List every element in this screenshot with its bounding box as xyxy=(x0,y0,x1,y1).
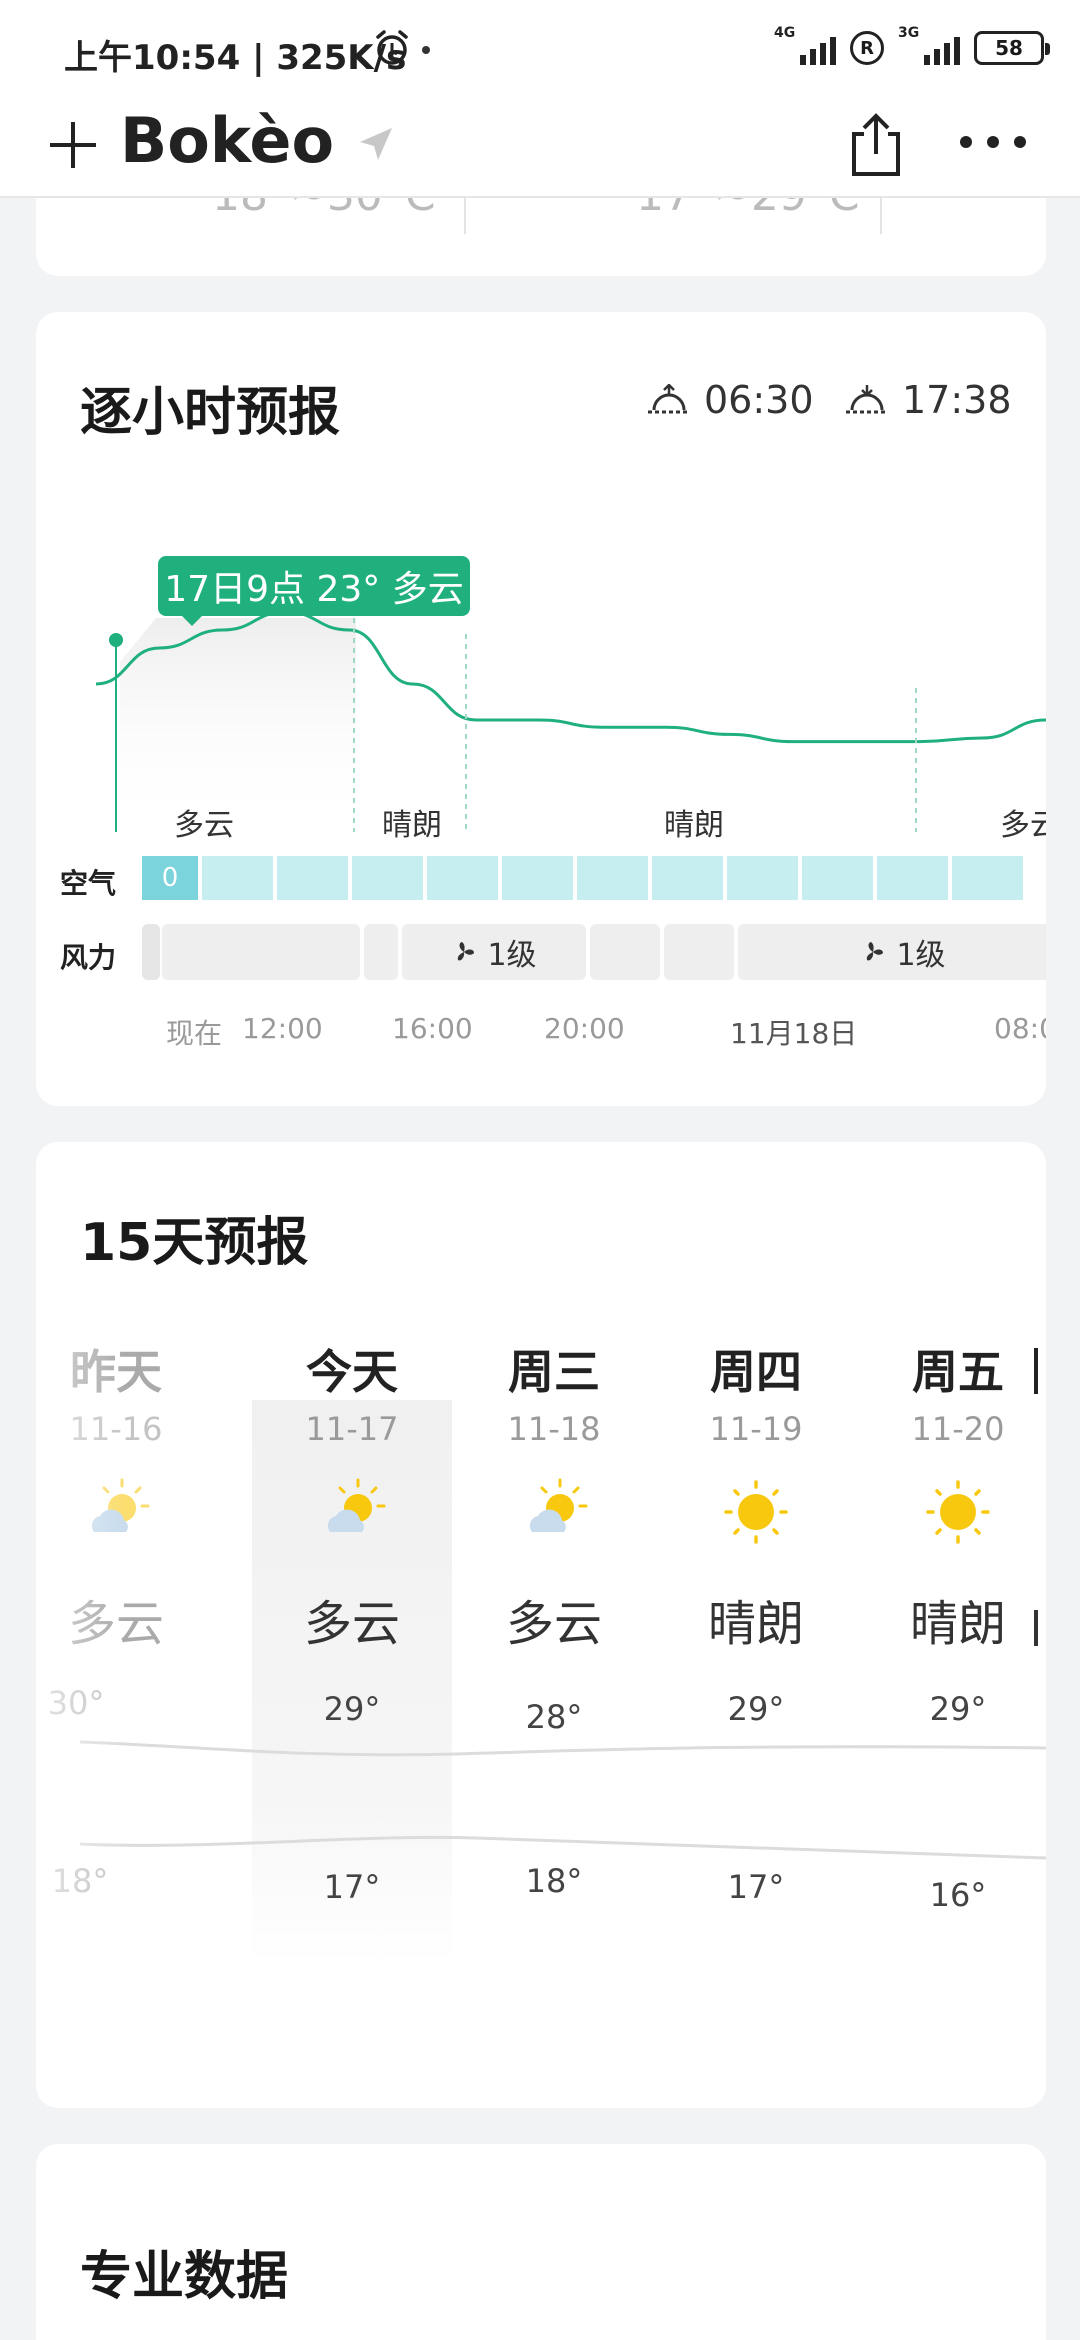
next-day-peek xyxy=(1034,1348,1038,1394)
time-tick: 12:00 xyxy=(242,1012,323,1045)
air-quality-label: 空气 xyxy=(60,867,117,900)
aqi-cell xyxy=(952,856,1023,900)
next-day-peek xyxy=(1034,1610,1038,1646)
time-tick: 20:00 xyxy=(544,1012,625,1045)
aqi-cell xyxy=(277,856,348,900)
wind-segment xyxy=(664,924,734,980)
wind-fan-icon xyxy=(458,942,475,961)
wind-segment: 1级 xyxy=(402,924,586,980)
aqi-cell xyxy=(427,856,498,900)
time-tick: 11月18日 xyxy=(730,1017,858,1050)
professional-data-title: 专业数据 xyxy=(80,2247,289,2307)
wind-fan-icon xyxy=(867,942,884,961)
high-temperature-curve xyxy=(79,1740,1046,1757)
wind-segment xyxy=(364,924,398,980)
aqi-cell xyxy=(352,856,423,900)
air-quality-row: 0 xyxy=(142,856,1046,900)
daily-forecast-card: 15天预报 昨天 11-16 多云 30° 18° 今天 11-17 多云 29… xyxy=(36,1142,1046,2108)
scroll-fade xyxy=(36,1322,126,2102)
status-bar: 上午10:54 | 325K/s 4G R 3G 58 xyxy=(0,0,1080,96)
alarm-icon xyxy=(376,30,408,65)
aqi-cell xyxy=(502,856,573,900)
aqi-cell xyxy=(652,856,723,900)
time-tick: 16:00 xyxy=(392,1012,473,1045)
hourly-area-fill xyxy=(120,618,356,832)
hourly-condition: 多云 xyxy=(174,808,234,843)
share-icon[interactable] xyxy=(846,110,906,180)
aqi-cell: 0 xyxy=(142,856,198,900)
low-temperature-curve xyxy=(79,1835,1046,1860)
city-name[interactable]: Bokèo xyxy=(120,104,334,177)
hour-tooltip: 17日9点 23° 多云 xyxy=(158,556,470,626)
top-app-bar: Bokèo xyxy=(0,96,1080,198)
aqi-cell xyxy=(802,856,873,900)
wind-label: 风力 xyxy=(60,941,117,974)
time-tick: 08:00 xyxy=(994,1012,1046,1045)
hourly-condition: 晴朗 xyxy=(382,808,442,843)
notification-dot xyxy=(422,46,430,54)
hourly-condition: 多云 xyxy=(1000,808,1046,843)
location-arrow-icon xyxy=(360,128,392,160)
add-city-icon[interactable] xyxy=(46,118,100,172)
aqi-cell xyxy=(877,856,948,900)
wind-row: 1级 1级 xyxy=(142,924,1046,980)
battery-icon: 58 xyxy=(974,31,1050,65)
aqi-cell xyxy=(577,856,648,900)
signal-icon: 4G xyxy=(774,25,836,67)
wind-segment xyxy=(162,924,360,980)
hourly-forecast-card: 逐小时预报 06:30 17:38 17日9点 23° 多云 多云 晴朗 晴朗 … xyxy=(36,312,1046,1106)
daily-temperature-curves xyxy=(79,1740,1046,1860)
signal-icon: 3G xyxy=(898,25,960,67)
wind-segment: 1级 xyxy=(738,924,1046,980)
hourly-condition: 晴朗 xyxy=(664,808,724,843)
status-time: 上午10:54 | 325K/s xyxy=(64,38,407,78)
aqi-cell xyxy=(727,856,798,900)
time-tick: 现在 xyxy=(166,1017,223,1050)
roaming-icon: R xyxy=(850,31,884,65)
wind-segment xyxy=(142,924,160,980)
hourly-temperature-chart[interactable] xyxy=(36,312,1046,1106)
aqi-cell xyxy=(202,856,273,900)
selected-hour-point xyxy=(109,633,123,647)
more-icon[interactable] xyxy=(960,136,1026,152)
professional-data-card: 专业数据 xyxy=(36,2144,1046,2340)
wind-segment xyxy=(590,924,660,980)
